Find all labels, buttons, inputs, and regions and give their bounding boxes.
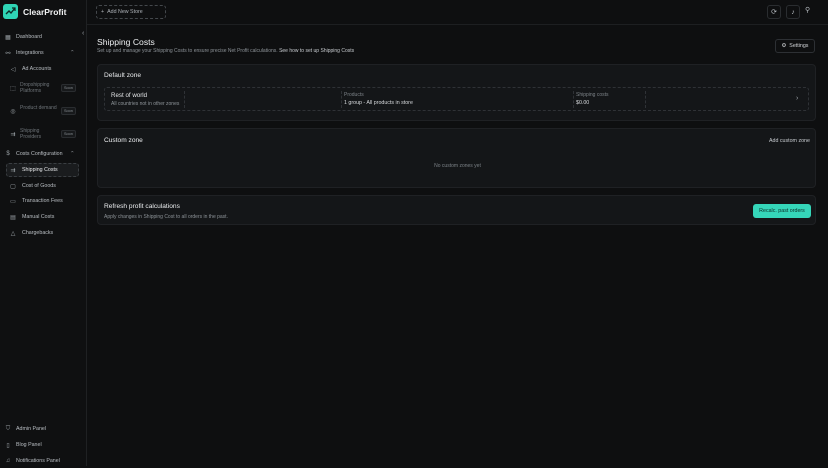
sidebar-item-admin-panel[interactable]: ⛉ Admin Panel: [0, 422, 86, 436]
refresh-card: Refresh profit calculations Apply change…: [97, 195, 816, 225]
dollar-icon: $: [6, 151, 10, 157]
sidebar-item-label: Shipping Providers: [20, 128, 42, 140]
sidebar-item-integrations[interactable]: ⚯ Integrations ⌃: [0, 46, 86, 60]
sidebar-item-label: Notifications Panel: [16, 458, 60, 464]
sidebar-item-label: Admin Panel: [16, 426, 47, 432]
sidebar-item-label: Transaction Fees: [22, 198, 63, 204]
sidebar: ClearProfit ‹ ▦ Dashboard ⚯ Integrations…: [0, 0, 87, 466]
sidebar-item-label: Ad Accounts: [22, 66, 52, 72]
divider: [184, 91, 185, 108]
add-store-label: Add New Store: [107, 9, 143, 15]
megaphone-icon: ◁: [10, 66, 16, 73]
page-subtitle-text: Set up and manage your Shipping Costs to…: [97, 48, 278, 54]
default-zone-title: Default zone: [104, 72, 142, 79]
truck-icon: ⇉: [10, 167, 16, 174]
sidebar-item-chargebacks[interactable]: △ Chargebacks: [0, 226, 86, 240]
sidebar-item-label: Product demand: [20, 105, 57, 111]
chevron-up-icon[interactable]: ⌃: [70, 151, 75, 157]
link-icon: ⚯: [5, 50, 11, 57]
plus-icon: +: [101, 9, 105, 15]
sidebar-item-costs-configuration[interactable]: $ Costs Configuration ⌃: [0, 147, 86, 161]
sidebar-item-blog-panel[interactable]: ▯ Blog Panel: [0, 438, 86, 452]
recalc-past-orders-button[interactable]: Recalc. past orders: [753, 204, 811, 218]
sidebar-item-label: Blog Panel: [16, 442, 42, 448]
sidebar-item-label: Integrations: [16, 50, 44, 56]
products-label: Products: [344, 92, 364, 98]
divider: [573, 91, 574, 108]
refresh-subtitle: Apply changes in Shipping Cost to all or…: [104, 214, 228, 220]
help-link[interactable]: See how to set up Shipping Costs: [279, 48, 354, 54]
sidebar-item-dropshipping-platforms: ⬚ Dropshipping Platforms Soon: [0, 81, 86, 95]
sidebar-item-manual-costs[interactable]: ▤ Manual Costs: [0, 210, 86, 224]
empty-state-text: No custom zones yet: [434, 163, 481, 169]
custom-zone-title: Custom zone: [104, 137, 143, 144]
soon-badge: Soon: [61, 84, 76, 92]
sidebar-item-dashboard[interactable]: ▦ Dashboard: [0, 30, 86, 44]
gear-icon: ⚙: [781, 43, 787, 49]
box-icon: ▢: [10, 183, 16, 190]
sidebar-item-product-demand: ◎ Product demand Soon: [0, 104, 86, 118]
soon-badge: Soon: [61, 107, 76, 115]
settings-button[interactable]: ⚙ Settings: [775, 39, 815, 53]
sidebar-item-transaction-fees[interactable]: ▭ Transaction Fees: [0, 194, 86, 208]
chevron-right-icon[interactable]: ›: [796, 95, 798, 102]
bell-icon: ♪: [791, 8, 795, 16]
zone-description: All countries not in other zones: [111, 101, 180, 107]
chevron-up-icon[interactable]: ⌃: [70, 50, 75, 56]
settings-label: Settings: [789, 43, 809, 49]
sidebar-item-shipping-providers: ⇉ Shipping Providers Soon: [0, 127, 86, 141]
default-zone-row[interactable]: Rest of world All countries not in other…: [104, 87, 809, 111]
zone-name: Rest of world: [111, 92, 148, 99]
default-zone-card: Default zone Rest of world All countries…: [97, 64, 816, 121]
target-icon: ◎: [10, 108, 16, 115]
sidebar-item-label: Dashboard: [16, 34, 42, 40]
refresh-title: Refresh profit calculations: [104, 203, 180, 210]
truck-icon: ⇉: [10, 131, 16, 138]
sidebar-item-ad-accounts[interactable]: ◁ Ad Accounts: [0, 62, 86, 76]
warning-icon: △: [10, 230, 16, 237]
receipt-icon: ▤: [10, 214, 16, 221]
shield-icon: ⛉: [5, 425, 11, 432]
sidebar-item-shipping-costs[interactable]: ⇉ Shipping Costs: [0, 163, 86, 177]
add-store-button[interactable]: + Add New Store: [96, 5, 166, 19]
soon-badge: Soon: [61, 130, 76, 138]
box-icon: ⬚: [10, 85, 16, 92]
card-icon: ▭: [10, 198, 16, 205]
divider: [645, 91, 646, 108]
sidebar-item-label: Manual Costs: [22, 214, 55, 220]
shipping-costs-label: Shipping costs: [576, 92, 609, 98]
add-custom-zone-button[interactable]: Add custom zone: [769, 138, 810, 144]
brand-name: ClearProfit: [23, 6, 67, 17]
divider: [341, 91, 342, 108]
book-icon: ▯: [6, 442, 10, 449]
user-icon[interactable]: ⚲: [805, 6, 810, 14]
sidebar-item-label: Chargebacks: [22, 230, 54, 236]
sidebar-item-cost-of-goods[interactable]: ▢ Cost of Goods: [0, 179, 86, 193]
shipping-costs-value: $0.00: [576, 100, 590, 106]
refresh-icon: ⟳: [771, 9, 777, 16]
sidebar-item-label: Dropshipping Platforms: [20, 82, 50, 94]
sidebar-item-label: Cost of Goods: [22, 183, 56, 189]
chart-logo-icon: [3, 4, 18, 19]
refresh-button[interactable]: ⟳: [767, 5, 781, 19]
page-title: Shipping Costs: [97, 37, 155, 47]
grid-icon: ▦: [5, 34, 11, 41]
bell-icon: ♫: [5, 458, 11, 464]
sidebar-item-label: Costs Configuration: [16, 151, 63, 157]
notifications-button[interactable]: ♪: [786, 5, 800, 19]
topbar: + Add New Store ⟳ ♪ ⚲: [87, 0, 828, 25]
sidebar-item-label: Shipping Costs: [22, 167, 58, 173]
products-value: 1 group - All products in store: [344, 100, 413, 106]
custom-zone-card: Custom zone Add custom zone No custom zo…: [97, 128, 816, 188]
page-subtitle: Set up and manage your Shipping Costs to…: [97, 48, 354, 54]
brand[interactable]: ClearProfit: [3, 4, 66, 19]
